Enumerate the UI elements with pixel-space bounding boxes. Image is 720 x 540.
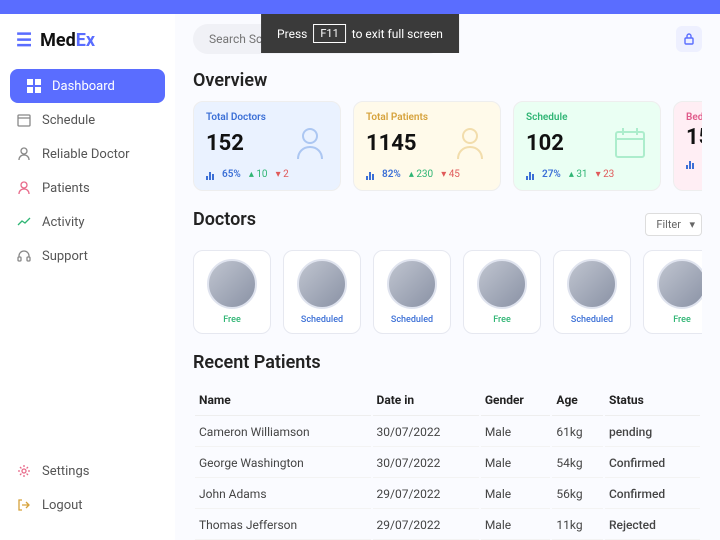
doctor-card[interactable]: Scheduled <box>283 250 361 334</box>
gear-icon <box>16 463 32 479</box>
fullscreen-banner: Press F11 to exit full screen <box>261 14 459 53</box>
bars-icon <box>206 170 214 180</box>
sidebar-item-logout[interactable]: Logout <box>0 488 175 522</box>
doctor-status: Free <box>468 315 536 325</box>
sidebar-item-reliable-doctor[interactable]: Reliable Doctor <box>0 137 175 171</box>
doctor-card[interactable]: Free <box>643 250 702 334</box>
col-gender: Gender <box>481 385 551 416</box>
avatar <box>567 259 617 309</box>
avatar <box>657 259 702 309</box>
sidebar-item-label: Settings <box>42 464 89 479</box>
chart-icon <box>16 214 32 230</box>
status-badge: Confirmed <box>605 449 700 478</box>
table-row[interactable]: George Washington30/07/2022Male54kgConfi… <box>195 449 700 478</box>
col-name: Name <box>195 385 371 416</box>
status-badge: Confirmed <box>605 480 700 509</box>
user-icon <box>16 146 32 162</box>
avatar <box>387 259 437 309</box>
brand-text: MedEx <box>40 30 95 51</box>
overview-cards: Total Doctors 152 65% ▴ 10 ▾ 2 Total Pat… <box>193 101 702 191</box>
nav-main: Dashboard Schedule Reliable Doctor Patie… <box>0 69 175 454</box>
sidebar-item-dashboard[interactable]: Dashboard <box>10 69 165 103</box>
avatar <box>207 259 257 309</box>
doctor-status: Scheduled <box>378 315 446 325</box>
calendar-large-icon <box>612 125 648 161</box>
filter-dropdown[interactable]: Filter ▾ <box>645 213 702 236</box>
nav-bottom: Settings Logout <box>0 454 175 530</box>
card-beds[interactable]: Beds Av 15 8% <box>673 101 702 191</box>
col-age: Age <box>552 385 603 416</box>
sidebar-item-label: Logout <box>42 498 83 513</box>
card-total-patients[interactable]: Total Patients 1145 82% ▴ 230 ▾ 45 <box>353 101 501 191</box>
doctor-status: Scheduled <box>288 315 356 325</box>
sidebar-item-patients[interactable]: Patients <box>0 171 175 205</box>
person-icon <box>16 180 32 196</box>
sidebar-item-support[interactable]: Support <box>0 239 175 273</box>
doctor-status: Scheduled <box>558 315 626 325</box>
menu-icon[interactable]: ☰ <box>16 30 32 51</box>
status-badge: Rejected <box>605 511 700 540</box>
avatar <box>297 259 347 309</box>
sidebar-item-label: Reliable Doctor <box>42 147 130 162</box>
bars-icon <box>366 170 374 180</box>
exit-icon <box>16 497 32 513</box>
table-row[interactable]: John Adams29/07/2022Male56kgConfirmed <box>195 480 700 509</box>
chevron-down-icon: ▾ <box>689 218 695 231</box>
bars-icon <box>526 170 534 180</box>
doctor-status: Free <box>198 315 266 325</box>
sidebar-item-label: Schedule <box>42 113 95 128</box>
overview-title: Overview <box>193 70 702 91</box>
logo: ☰ MedEx <box>0 24 175 69</box>
avatar <box>477 259 527 309</box>
main-content: Overview Total Doctors 152 65% ▴ 10 ▾ 2 … <box>175 14 720 540</box>
doctor-card[interactable]: Scheduled <box>553 250 631 334</box>
col-status: Status <box>605 385 700 416</box>
sidebar-item-label: Activity <box>42 215 85 230</box>
calendar-icon <box>16 112 32 128</box>
doctor-card[interactable]: Scheduled <box>373 250 451 334</box>
sidebar: ☰ MedEx Dashboard Schedule Reliable Doct… <box>0 14 175 540</box>
col-date: Date in <box>373 385 479 416</box>
card-schedule[interactable]: Schedule 102 27% ▴ 31 ▾ 23 <box>513 101 661 191</box>
doctor-status: Free <box>648 315 702 325</box>
doctor-card[interactable]: Free <box>463 250 541 334</box>
doctors-title: Doctors <box>193 209 256 230</box>
sidebar-item-schedule[interactable]: Schedule <box>0 103 175 137</box>
sidebar-item-label: Dashboard <box>52 79 115 94</box>
doctors-list: Free Scheduled Scheduled Free Scheduled Free <box>193 250 702 334</box>
status-badge: pending <box>605 418 700 447</box>
sidebar-item-label: Support <box>42 249 88 264</box>
lock-icon[interactable] <box>676 26 702 52</box>
doctor-card[interactable]: Free <box>193 250 271 334</box>
sidebar-item-settings[interactable]: Settings <box>0 454 175 488</box>
bars-icon <box>686 159 694 169</box>
table-row[interactable]: Cameron Williamson30/07/2022Male61kgpend… <box>195 418 700 447</box>
sidebar-item-label: Patients <box>42 181 90 196</box>
headset-icon <box>16 248 32 264</box>
sidebar-item-activity[interactable]: Activity <box>0 205 175 239</box>
patients-table: Name Date in Gender Age Status Cameron W… <box>193 383 702 540</box>
doctor-icon <box>292 125 328 161</box>
card-total-doctors[interactable]: Total Doctors 152 65% ▴ 10 ▾ 2 <box>193 101 341 191</box>
grid-icon <box>26 78 42 94</box>
table-row[interactable]: Thomas Jefferson29/07/2022Male11kgReject… <box>195 511 700 540</box>
patients-title: Recent Patients <box>193 352 702 373</box>
f11-key: F11 <box>313 24 345 43</box>
patient-icon <box>452 125 488 161</box>
